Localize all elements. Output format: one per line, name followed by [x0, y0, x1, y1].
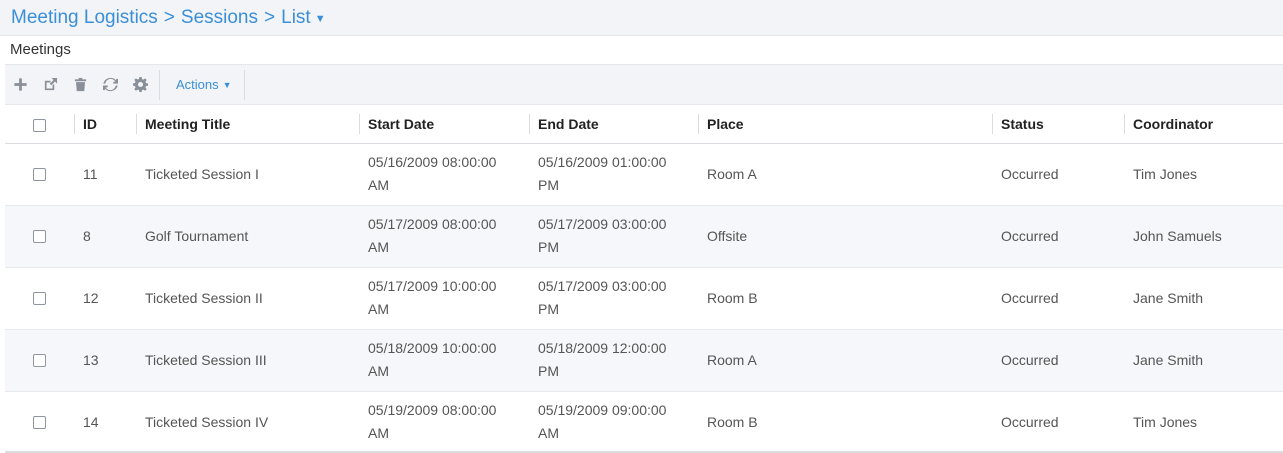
column-header-end-date[interactable]: End Date	[529, 105, 698, 144]
cell-coordinator: Jane Smith	[1124, 267, 1283, 330]
row-checkbox[interactable]	[33, 168, 46, 182]
page-title: Meetings	[10, 41, 71, 58]
cell-status: Occurred	[992, 329, 1124, 392]
row-checkbox[interactable]	[33, 354, 46, 368]
select-all-cell	[5, 105, 74, 144]
row-select-cell	[5, 329, 74, 392]
cell-end-date: 05/17/2009 03:00:00 PM	[529, 205, 698, 268]
cell-start-date: 05/17/2009 08:00:00 AM	[359, 205, 529, 268]
chevron-down-icon: ▼	[222, 79, 232, 90]
row-checkbox[interactable]	[33, 416, 46, 430]
cell-status: Occurred	[992, 267, 1124, 330]
actions-label: Actions	[176, 77, 219, 92]
cell-place: Room B	[698, 391, 992, 453]
table-row[interactable]: 8 Golf Tournament 05/17/2009 08:00:00 AM …	[5, 205, 1283, 268]
refresh-icon[interactable]	[95, 70, 125, 100]
table-row[interactable]: 11 Ticketed Session I 05/16/2009 08:00:0…	[5, 143, 1283, 206]
cell-id: 13	[74, 329, 136, 392]
row-select-cell	[5, 391, 74, 453]
table-row[interactable]: 14 Ticketed Session IV 05/19/2009 08:00:…	[5, 391, 1283, 453]
toolbar: Actions ▼	[5, 64, 1283, 105]
cell-end-date: 05/16/2009 01:00:00 PM	[529, 143, 698, 206]
column-header-start-date[interactable]: Start Date	[359, 105, 529, 144]
cell-start-date: 05/16/2009 08:00:00 AM	[359, 143, 529, 206]
cell-start-date: 05/17/2009 10:00:00 AM	[359, 267, 529, 330]
cell-title: Golf Tournament	[136, 205, 359, 268]
cell-status: Occurred	[992, 143, 1124, 206]
cell-place: Room B	[698, 267, 992, 330]
column-header-title[interactable]: Meeting Title	[136, 105, 359, 144]
table-row[interactable]: 13 Ticketed Session III 05/18/2009 10:00…	[5, 329, 1283, 392]
cell-title: Ticketed Session I	[136, 143, 359, 206]
cell-end-date: 05/18/2009 12:00:00 PM	[529, 329, 698, 392]
breadcrumb-list[interactable]: List	[281, 7, 311, 29]
actions-button[interactable]: Actions ▼	[164, 70, 244, 100]
cell-start-date: 05/19/2009 08:00:00 AM	[359, 391, 529, 453]
cell-coordinator: Tim Jones	[1124, 391, 1283, 453]
column-header-id[interactable]: ID	[74, 105, 136, 144]
breadcrumb-separator: >	[264, 6, 276, 28]
cell-title: Ticketed Session III	[136, 329, 359, 392]
breadcrumb: Meeting Logistics > Sessions > List ▼	[0, 0, 1283, 36]
row-select-cell	[5, 267, 74, 330]
table-row[interactable]: 12 Ticketed Session II 05/17/2009 10:00:…	[5, 267, 1283, 330]
breadcrumb-separator: >	[163, 6, 175, 28]
cell-coordinator: Tim Jones	[1124, 143, 1283, 206]
cell-status: Occurred	[992, 391, 1124, 453]
row-select-cell	[5, 205, 74, 268]
cell-status: Occurred	[992, 205, 1124, 268]
cell-title: Ticketed Session II	[136, 267, 359, 330]
select-all-checkbox[interactable]	[33, 118, 46, 132]
column-header-status[interactable]: Status	[992, 105, 1124, 144]
external-link-icon[interactable]	[35, 70, 65, 100]
cell-start-date: 05/18/2009 10:00:00 AM	[359, 329, 529, 392]
toolbar-divider	[159, 69, 160, 100]
toolbar-divider	[243, 69, 245, 100]
breadcrumb-sessions[interactable]: Sessions	[181, 7, 258, 29]
cell-end-date: 05/17/2009 03:00:00 PM	[529, 267, 698, 330]
cell-title: Ticketed Session IV	[136, 391, 359, 453]
cell-id: 8	[74, 205, 136, 268]
cell-coordinator: John Samuels	[1124, 205, 1283, 268]
row-select-cell	[5, 143, 74, 206]
cell-id: 12	[74, 267, 136, 330]
cell-place: Room A	[698, 143, 992, 206]
plus-icon[interactable]	[5, 70, 35, 100]
breadcrumb-meeting-logistics[interactable]: Meeting Logistics	[11, 7, 158, 29]
trash-icon[interactable]	[65, 70, 95, 100]
cell-id: 11	[74, 143, 136, 206]
row-checkbox[interactable]	[33, 292, 46, 306]
cell-place: Offsite	[698, 205, 992, 268]
cell-coordinator: Jane Smith	[1124, 329, 1283, 392]
cell-id: 14	[74, 391, 136, 453]
row-checkbox[interactable]	[33, 230, 46, 244]
column-header-place[interactable]: Place	[698, 105, 992, 144]
table-header-row: ID Meeting Title Start Date End Date Pla…	[5, 105, 1283, 144]
cell-end-date: 05/19/2009 09:00:00 AM	[529, 391, 698, 453]
chevron-down-icon[interactable]: ▼	[315, 13, 326, 25]
meetings-table: ID Meeting Title Start Date End Date Pla…	[5, 105, 1283, 453]
cell-place: Room A	[698, 329, 992, 392]
gear-icon[interactable]	[125, 70, 155, 100]
column-header-coordinator[interactable]: Coordinator	[1124, 105, 1283, 144]
